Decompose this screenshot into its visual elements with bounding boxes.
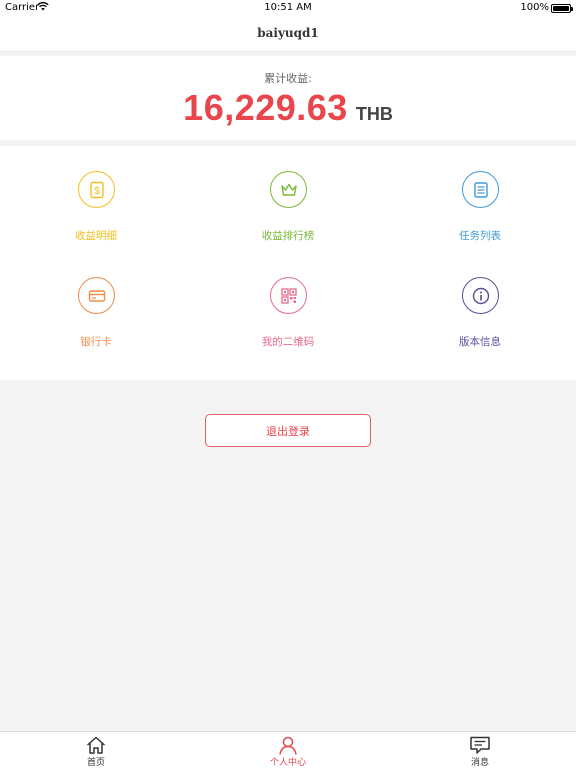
tab-label: 消息 xyxy=(470,758,489,768)
page-title: baiyuqd1 xyxy=(257,26,319,40)
tab-label: 首页 xyxy=(86,758,105,768)
list-document-icon xyxy=(462,171,499,208)
menu-label: 收益明细 xyxy=(75,230,117,242)
menu-item-task-list[interactable]: 任务列表 xyxy=(384,146,576,252)
clock: 10:51 AM xyxy=(264,2,312,13)
home-icon xyxy=(87,736,105,754)
tab-bar: 首页 个人中心 消息 xyxy=(0,731,576,768)
earnings-summary: 累计收益: 16,229.63 THB xyxy=(0,56,576,140)
menu-item-version-info[interactable]: 版本信息 xyxy=(384,252,576,358)
menu-label: 银行卡 xyxy=(80,336,112,348)
tab-label: 个人中心 xyxy=(269,758,306,768)
receipt-dollar-icon: $ xyxy=(78,171,115,208)
status-bar: Carrier 10:51 AM 100% xyxy=(0,0,576,17)
qr-code-icon xyxy=(270,277,307,314)
currency-label: THB xyxy=(355,104,393,124)
menu-label: 我的二维码 xyxy=(261,336,315,348)
menu-grid: $ 收益明细 收益排行榜 任务列表 银行卡 我的二维码 版本信息 xyxy=(0,146,576,380)
info-icon xyxy=(462,277,499,314)
tab-home[interactable]: 首页 xyxy=(36,732,156,768)
menu-label: 任务列表 xyxy=(459,230,501,242)
navigation-bar: baiyuqd1 xyxy=(0,17,576,52)
bank-card-icon xyxy=(78,277,115,314)
total-earnings-amount: 16,229.63 xyxy=(183,87,348,128)
menu-item-earnings-ranking[interactable]: 收益排行榜 xyxy=(192,146,384,252)
total-earnings-label: 累计收益: xyxy=(264,72,312,85)
menu-item-my-qr-code[interactable]: 我的二维码 xyxy=(192,252,384,358)
crown-icon xyxy=(270,171,307,208)
tab-messages[interactable]: 消息 xyxy=(420,732,540,768)
message-icon xyxy=(470,736,490,754)
battery-icon xyxy=(551,4,573,13)
battery-percentage: 100% xyxy=(520,2,549,13)
svg-text:$: $ xyxy=(94,186,100,197)
menu-label: 版本信息 xyxy=(459,336,501,348)
tab-personal-center[interactable]: 个人中心 xyxy=(228,732,348,768)
menu-item-earnings-detail[interactable]: $ 收益明细 xyxy=(0,146,192,252)
logout-button[interactable]: 退出登录 xyxy=(205,414,371,447)
earnings-amount-row: 16,229.63 THB xyxy=(0,87,576,129)
menu-item-bank-card[interactable]: 银行卡 xyxy=(0,252,192,358)
person-icon xyxy=(279,736,297,755)
menu-label: 收益排行榜 xyxy=(261,230,315,242)
